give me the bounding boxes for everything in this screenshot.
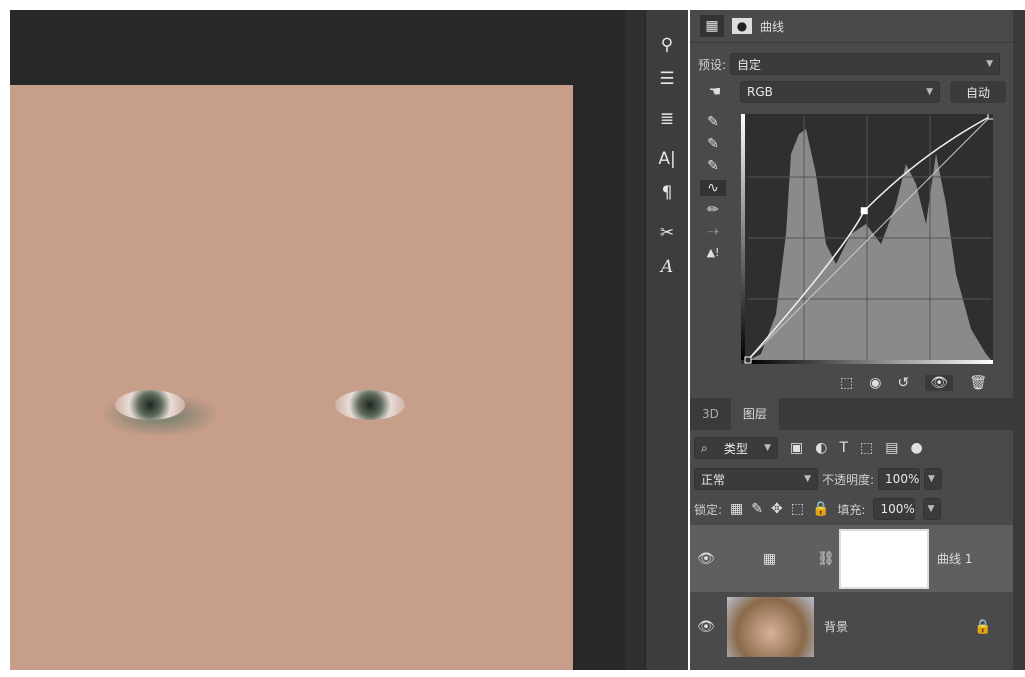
search-icon: ⌕ — [701, 440, 708, 455]
on-image-adjust-icon[interactable]: ☚ — [700, 84, 730, 100]
filter-shape-icon[interactable]: ⬚ — [860, 440, 873, 456]
preset-value: 自定 — [737, 57, 762, 72]
paragraph-icon[interactable]: ¶ — [646, 180, 688, 206]
auto-button[interactable]: 自动 — [950, 81, 1006, 103]
lock-label: 锁定: — [694, 502, 723, 517]
layer-name[interactable]: 背景 — [824, 618, 974, 635]
input-gradient — [748, 360, 993, 364]
chevron-down-icon: ▼ — [927, 504, 935, 514]
tab-layers[interactable]: 图层 — [730, 398, 779, 430]
eyedropper-black-icon[interactable]: ✎ — [707, 114, 719, 130]
fill-dropdown[interactable]: ▼ — [923, 498, 942, 520]
panel-title: 曲线 — [760, 19, 785, 34]
curve-control-point[interactable] — [744, 356, 752, 364]
photo-eye — [335, 390, 405, 420]
reset-icon[interactable]: ↺ — [897, 375, 909, 391]
eyedropper-white-icon[interactable]: ✎ — [707, 158, 719, 174]
paragraph-styles-icon[interactable]: ≣ — [646, 106, 688, 132]
filter-smart-object-icon[interactable]: ▤ — [885, 440, 898, 456]
opacity-input[interactable]: 100% — [878, 468, 921, 490]
chevron-down-icon: ▼ — [926, 87, 933, 97]
preset-label: 预设: — [698, 57, 727, 72]
character-icon[interactable]: A| — [646, 146, 688, 172]
filter-type-icon[interactable]: T — [839, 440, 848, 456]
pencil-icon[interactable]: ✏ — [707, 202, 719, 218]
filter-pixel-icon[interactable]: ▣ — [790, 440, 803, 456]
channel-value: RGB — [747, 85, 773, 99]
link-icon[interactable]: ⛓ — [817, 551, 835, 567]
curve-control-point[interactable] — [987, 114, 993, 120]
mask-icon[interactable]: ● — [732, 18, 752, 34]
filter-value: 类型 — [723, 441, 748, 456]
brush-preset-icon[interactable]: ⚲ — [646, 32, 688, 58]
delete-icon[interactable]: 🗑 — [969, 375, 987, 391]
lock-position-icon[interactable]: ✥ — [771, 501, 783, 517]
filter-toggle-icon[interactable]: ● — [910, 440, 922, 456]
visibility-icon[interactable]: 👁 — [690, 619, 722, 635]
layer-mask-thumbnail[interactable] — [839, 528, 929, 589]
glyphs-icon[interactable]: A — [646, 254, 688, 280]
chevron-down-icon: ▼ — [804, 474, 811, 484]
smooth-icon[interactable]: ⇢ — [707, 224, 719, 240]
photo-eye — [115, 390, 185, 420]
panel-dock-strip — [625, 10, 645, 670]
layer-filter-select[interactable]: ⌕ 类型 ▼ — [694, 437, 778, 459]
lock-icon: 🔒 — [974, 618, 992, 635]
tab-3d[interactable]: 3D — [690, 407, 731, 421]
eyedropper-gray-icon[interactable]: ✎ — [707, 136, 719, 152]
chevron-down-icon: ▼ — [986, 59, 994, 69]
curves-adjustment-icon: ▦ — [762, 550, 777, 567]
chevron-down-icon: ▼ — [764, 443, 771, 453]
visibility-icon[interactable]: 👁 — [925, 375, 954, 391]
clipping-warning-icon[interactable]: ▲! — [707, 246, 720, 259]
layer-name[interactable]: 曲线 1 — [937, 550, 972, 567]
channel-select[interactable]: RGB ▼ — [740, 81, 940, 103]
layer-thumbnail — [727, 596, 814, 657]
visibility-icon[interactable]: 👁 — [690, 551, 722, 567]
curves-icon[interactable]: ▦ — [700, 15, 724, 37]
blend-mode-select[interactable]: 正常 ▼ — [694, 468, 818, 490]
layer-row-background[interactable]: 👁 背景 🔒 — [690, 593, 1013, 660]
opacity-label: 不透明度: — [822, 472, 875, 487]
document-canvas[interactable] — [10, 10, 625, 670]
fill-label: 填充: — [837, 502, 866, 517]
panel-icon-dock: ⚲ ☰ ≣ A| ¶ ✂ A — [645, 10, 688, 670]
panel-scrollbar[interactable] — [1013, 10, 1025, 670]
curve-edit-icon[interactable]: ∿ — [700, 180, 726, 196]
properties-panel: ▦ ● 曲线 预设: 自定 ▼ ☚ RGB ▼ 自动 ✎ ✎ ✎ ∿ ✏ ⇢ ▲! … — [690, 10, 1013, 670]
curve-control-point[interactable] — [860, 207, 868, 215]
blend-mode-value: 正常 — [701, 472, 726, 487]
layer-row-curves[interactable]: 👁 ▦ ⛓ 曲线 1 — [690, 525, 1013, 592]
clip-to-layer-icon[interactable]: ⬚ — [840, 375, 853, 391]
curves-graph[interactable] — [741, 114, 993, 364]
adjustments-icon[interactable]: ☰ — [646, 66, 688, 92]
tool-presets-icon[interactable]: ✂ — [646, 220, 688, 246]
chevron-down-icon: ▼ — [928, 474, 935, 484]
lock-transparent-icon[interactable]: ▦ — [730, 501, 743, 517]
view-previous-icon[interactable]: ◉ — [869, 375, 881, 391]
lock-artboard-icon[interactable]: ⬚ — [791, 501, 804, 517]
output-gradient — [741, 114, 745, 360]
fill-input[interactable]: 100% — [873, 498, 916, 520]
opacity-dropdown[interactable]: ▼ — [924, 468, 943, 490]
preset-select[interactable]: 自定 ▼ — [730, 53, 1001, 75]
filter-adjustment-icon[interactable]: ◐ — [815, 440, 827, 456]
lock-all-icon[interactable]: 🔒 — [812, 501, 829, 517]
photo-child-portrait — [10, 85, 573, 670]
lock-image-icon[interactable]: ✎ — [751, 501, 763, 517]
